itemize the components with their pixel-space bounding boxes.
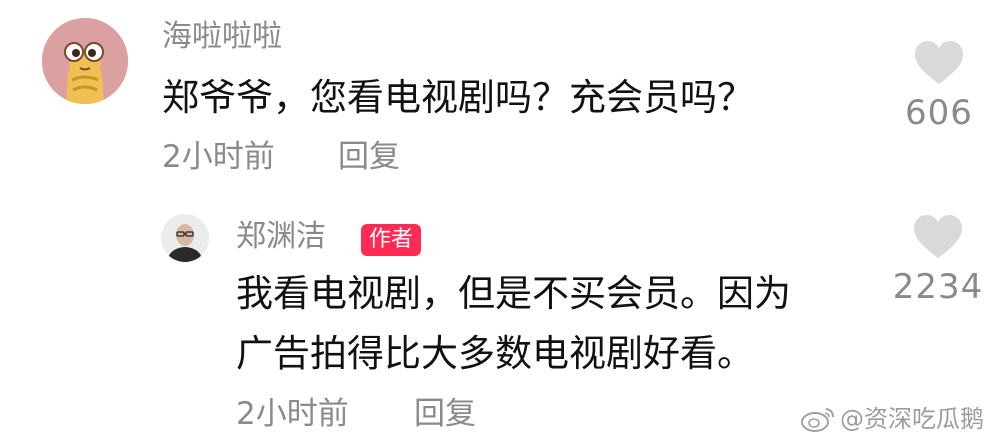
author-badge: 作者 (361, 224, 422, 256)
heart-icon[interactable] (912, 214, 964, 260)
comment-text: 郑爷爷，您看电视剧吗？充会员吗？ (162, 76, 754, 119)
comment-time: 2小时前 (162, 139, 275, 175)
comment-reply-button[interactable]: 回复 (338, 142, 400, 173)
reply-like-group: 2234 (890, 214, 986, 304)
reply-text-line2: 广告拍得比大多数电视剧好看。 (236, 332, 754, 375)
reply-like-count: 2234 (892, 267, 984, 307)
comment-like-group: 606 (894, 40, 984, 130)
cartoon-avatar-icon (42, 18, 128, 104)
reply-time: 2小时前 (236, 396, 349, 432)
avatar[interactable] (42, 18, 128, 104)
heart-icon[interactable] (913, 40, 965, 86)
person-avatar-icon (161, 214, 209, 262)
reply-reply-button[interactable]: 回复 (414, 399, 476, 430)
watermark-text: @资深吃瓜鹅 (840, 405, 984, 433)
reply-text-line1: 我看电视剧，但是不买会员。因为 (236, 272, 791, 315)
weibo-logo-icon (801, 408, 834, 432)
comment-like-count: 606 (905, 93, 973, 133)
reply-username[interactable]: 郑渊洁 (236, 222, 326, 252)
comment-username[interactable]: 海啦啦啦 (162, 22, 282, 52)
reply-avatar[interactable] (161, 214, 209, 262)
weibo-watermark: @资深吃瓜鹅 (800, 405, 984, 433)
